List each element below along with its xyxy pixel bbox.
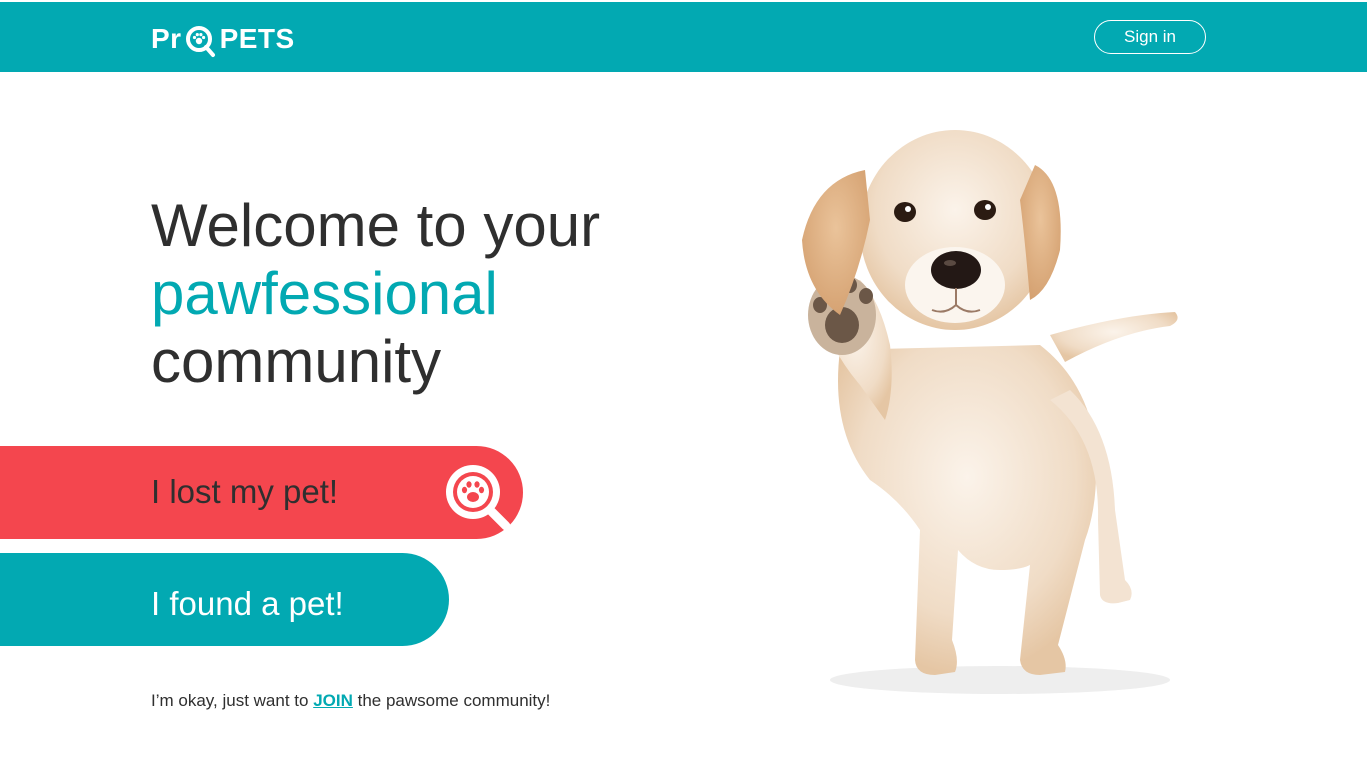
site-header: Pr PETS Sign in (0, 2, 1367, 72)
found-pet-label: I found a pet! (151, 585, 344, 622)
propets-logo[interactable]: Pr PETS (151, 22, 295, 62)
hero-line-3: community (151, 328, 442, 395)
logo-text-left: Pr (151, 23, 182, 54)
magnifier-paw-icon (440, 458, 514, 532)
join-prefix: I’m okay, just want to (151, 691, 309, 710)
join-community-line: I’m okay, just want to JOIN the pawsome … (151, 690, 550, 712)
puppy-image (720, 100, 1220, 720)
hero-line-2-accent: pawfessional (151, 260, 498, 327)
logo-text-right: PETS (219, 23, 295, 54)
magnifier-paw-icon (183, 22, 219, 58)
sign-in-button[interactable]: Sign in (1094, 20, 1206, 54)
lost-pet-label: I lost my pet! (151, 473, 339, 510)
join-link[interactable]: JOIN (313, 691, 353, 710)
hero-line-1: Welcome to your (151, 192, 601, 259)
lost-pet-button[interactable]: I lost my pet! (0, 446, 523, 539)
join-suffix: the pawsome community! (357, 691, 551, 710)
hero-title: Welcome to your pawfessional community (151, 192, 711, 396)
found-pet-button[interactable]: I found a pet! (0, 553, 449, 646)
